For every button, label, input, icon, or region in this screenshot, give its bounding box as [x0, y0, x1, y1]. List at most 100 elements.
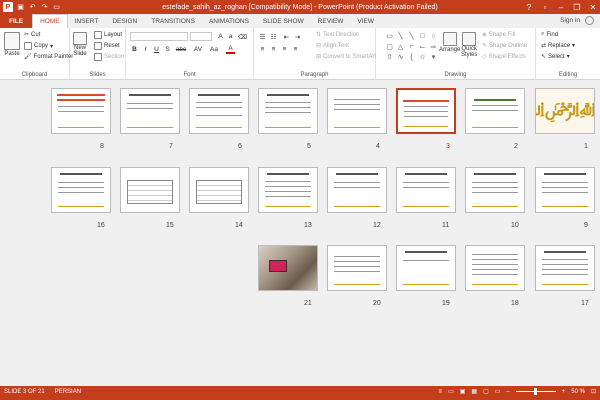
bold-button[interactable]: B — [130, 45, 139, 54]
notes-icon[interactable]: ≡ — [439, 389, 443, 395]
slide-thumbnail-6[interactable] — [189, 88, 249, 134]
slideshow-view-icon[interactable]: ▭ — [495, 388, 501, 395]
align-center-icon[interactable]: ≡ — [269, 45, 278, 54]
slide-thumbnail-15[interactable] — [120, 167, 180, 213]
arrange-button[interactable]: Arrange — [439, 32, 460, 53]
slide-thumbnail-21[interactable] — [258, 245, 318, 291]
tab-transitions[interactable]: TRANSITIONS — [144, 14, 202, 28]
up-arrow-shape-icon[interactable]: ⇧ — [385, 53, 394, 61]
star-shape-icon[interactable]: ☆ — [418, 53, 427, 61]
slide-thumbnail-16[interactable] — [51, 167, 111, 213]
numbering-icon[interactable]: ☷ — [269, 32, 278, 41]
shadow-button[interactable]: S — [163, 45, 172, 54]
slide-thumbnail-9[interactable] — [535, 167, 595, 213]
align-right-icon[interactable]: ≡ — [280, 45, 289, 54]
language-status[interactable]: PERSIAN — [55, 389, 81, 395]
help-icon[interactable]: ? — [524, 2, 534, 12]
slide-sorter-view-icon[interactable]: ▦ — [471, 388, 477, 395]
line-shape-icon[interactable]: ╲ — [396, 32, 405, 40]
slide-count-status[interactable]: SLIDE 3 OF 21 — [4, 389, 45, 395]
zoom-in-button[interactable]: + — [562, 389, 566, 395]
arrow-shape-icon[interactable]: ⇨ — [429, 43, 438, 51]
elbow-shape-icon[interactable]: ⌙ — [418, 43, 427, 51]
slide-thumbnail-17[interactable] — [535, 245, 595, 291]
slide-thumbnail-5[interactable] — [258, 88, 318, 134]
fit-to-window-icon[interactable]: ⊡ — [591, 388, 596, 395]
slide-thumbnail-19[interactable] — [396, 245, 456, 291]
layout-button[interactable]: Layout — [94, 31, 122, 39]
italic-button[interactable]: I — [141, 45, 150, 54]
strikethrough-button[interactable]: abc — [174, 45, 188, 54]
select-button[interactable]: ↖ Select ▾ — [541, 53, 570, 61]
slide-thumbnail-3[interactable] — [396, 88, 456, 134]
slide-thumbnail-14[interactable] — [189, 167, 249, 213]
sign-in-link[interactable]: Sign in — [560, 17, 580, 24]
triangle-shape-icon[interactable]: △ — [396, 43, 405, 51]
decrease-indent-icon[interactable]: ⇤ — [282, 32, 291, 41]
tab-review[interactable]: REVIEW — [311, 14, 351, 28]
normal-view-icon[interactable]: ▣ — [460, 388, 466, 395]
character-spacing-button[interactable]: AV — [192, 45, 204, 54]
more-shapes-icon[interactable]: ▾ — [429, 53, 438, 61]
minimize-button[interactable]: – — [556, 2, 566, 12]
brace-shape-icon[interactable]: { — [407, 53, 416, 61]
reading-view-icon[interactable]: ▢ — [483, 388, 489, 395]
quick-styles-button[interactable]: Quick Styles — [461, 32, 477, 58]
shape-outline-button[interactable]: ✎ Shape Outline — [482, 42, 527, 50]
slide-thumbnail-13[interactable] — [258, 167, 318, 213]
cut-button[interactable]: ✂ Cut — [24, 31, 40, 39]
grow-font-button[interactable]: A — [216, 32, 225, 41]
slide-thumbnail-12[interactable] — [327, 167, 387, 213]
clear-formatting-icon[interactable]: ⌫ — [238, 32, 247, 41]
font-color-button[interactable]: A — [226, 45, 235, 54]
font-name-combo[interactable] — [130, 32, 188, 41]
restore-button[interactable]: ❐ — [572, 2, 582, 12]
slide-thumbnail-2[interactable] — [465, 88, 525, 134]
shape-fill-button[interactable]: ◈ Shape Fill — [482, 31, 515, 39]
convert-smartart-button[interactable]: ⊞ Convert to SmartArt — [316, 53, 376, 61]
zoom-slider-thumb[interactable] — [533, 388, 537, 395]
bullets-icon[interactable]: ☰ — [258, 32, 267, 41]
align-left-icon[interactable]: ≡ — [258, 45, 267, 54]
zoom-level[interactable]: 50 % — [571, 389, 585, 395]
zoom-slider[interactable] — [515, 388, 556, 395]
tab-home[interactable]: HOME — [32, 14, 68, 28]
slide-thumbnail-11[interactable] — [396, 167, 456, 213]
corner-shape-icon[interactable]: ⌐ — [407, 43, 416, 51]
shrink-font-button[interactable]: a — [226, 32, 235, 41]
slide-thumbnail-7[interactable] — [120, 88, 180, 134]
present-icon[interactable]: ▭ — [52, 3, 61, 12]
close-button[interactable]: ✕ — [588, 2, 598, 12]
change-case-button[interactable]: Aa — [208, 45, 220, 54]
text-direction-button[interactable]: ⇅ Text Direction — [316, 31, 359, 39]
paste-button[interactable]: Paste — [4, 32, 20, 57]
feedback-smiley-icon[interactable] — [585, 16, 594, 25]
undo-icon[interactable]: ↶ — [28, 3, 37, 12]
replace-button[interactable]: ⇄ Replace ▾ — [541, 42, 575, 50]
section-button[interactable]: Section — [94, 53, 124, 61]
tab-slide-show[interactable]: SLIDE SHOW — [256, 14, 311, 28]
underline-button[interactable]: U — [152, 45, 161, 54]
slide-thumbnail-8[interactable] — [51, 88, 111, 134]
redo-icon[interactable]: ↷ — [40, 3, 49, 12]
rounded-rect-shape-icon[interactable]: ▢ — [385, 43, 394, 51]
reset-button[interactable]: Reset — [94, 42, 120, 50]
slide-thumbnail-1[interactable]: ﷽ — [535, 88, 595, 134]
tab-design[interactable]: DESIGN — [105, 14, 144, 28]
comments-icon[interactable]: ▭ — [448, 388, 454, 395]
justify-icon[interactable]: ≡ — [291, 45, 300, 54]
new-slide-button[interactable]: New Slide — [73, 32, 87, 57]
slide-thumbnail-18[interactable] — [465, 245, 525, 291]
save-icon[interactable]: ▣ — [16, 3, 25, 12]
tab-animations[interactable]: ANIMATIONS — [202, 14, 256, 28]
oval-shape-icon[interactable]: ○ — [429, 32, 438, 40]
tab-view[interactable]: VIEW — [350, 14, 381, 28]
slide-thumbnail-4[interactable] — [327, 88, 387, 134]
line-shape-icon[interactable]: ╲ — [407, 32, 416, 40]
slide-thumbnail-20[interactable] — [327, 245, 387, 291]
shape-effects-button[interactable]: ◇ Shape Effects — [482, 53, 526, 61]
rectangle-shape-icon[interactable]: □ — [418, 32, 427, 40]
align-text-button[interactable]: ⊟ Align Text — [316, 42, 349, 50]
slide-thumbnail-10[interactable] — [465, 167, 525, 213]
font-size-combo[interactable] — [190, 32, 212, 41]
